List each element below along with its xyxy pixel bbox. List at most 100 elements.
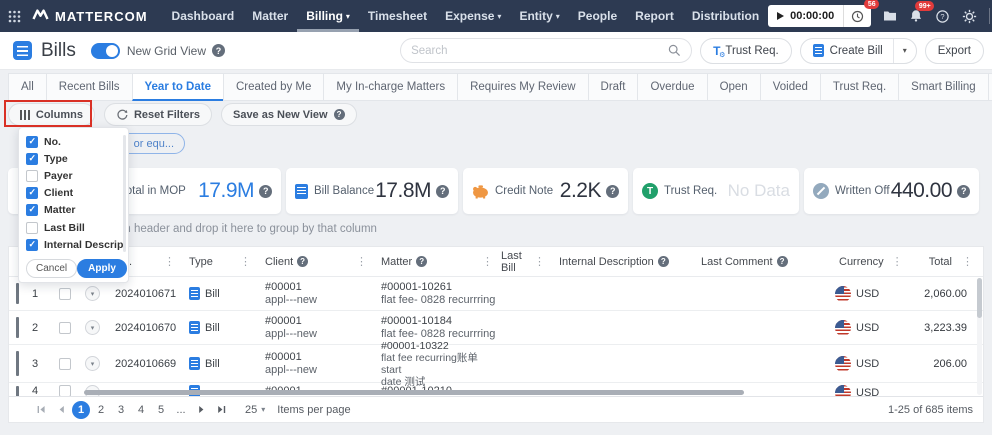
apply-button[interactable]: Apply [77, 259, 127, 278]
tab-trust-overdue-harvey[interactable]: trust 逾期 harvey× [988, 73, 992, 101]
timer-clock-button[interactable]: 56 [843, 5, 871, 27]
tab-draft[interactable]: Draft [588, 73, 639, 101]
apps-grid-icon[interactable] [8, 8, 21, 24]
export-button[interactable]: Export [925, 38, 984, 64]
header-last-bill[interactable]: Last Bill⋮ [497, 247, 549, 276]
column-menu-icon[interactable]: ⋮ [240, 255, 255, 268]
nav-item-matter[interactable]: Matter [243, 0, 297, 32]
header-total[interactable]: Total⋮ [901, 247, 979, 276]
column-menu-icon[interactable]: ⋮ [962, 255, 977, 268]
create-bill-dropdown-button[interactable]: ▾ [893, 39, 916, 63]
header-client[interactable]: Client?⋮ [255, 247, 371, 276]
help-icon[interactable]: ? [777, 256, 788, 267]
header-currency[interactable]: Currency⋮ [825, 247, 901, 276]
nav-item-distribution[interactable]: Distribution [683, 0, 768, 32]
row-checkbox[interactable] [59, 288, 71, 300]
tab-recent-bills[interactable]: Recent Bills [46, 73, 133, 101]
header-last-comment[interactable]: Last Comment? [691, 247, 825, 276]
help-icon[interactable]: ? [212, 44, 225, 57]
checkbox-unchecked-icon[interactable] [26, 222, 38, 234]
tab-open[interactable]: Open [707, 73, 761, 101]
column-option-client[interactable]: Client [19, 185, 123, 202]
help-icon[interactable]: ? [606, 185, 619, 198]
search-input[interactable] [411, 45, 668, 57]
help-icon[interactable]: ? [259, 185, 272, 198]
page-button-2[interactable]: 2 [92, 401, 110, 419]
play-icon[interactable] [777, 12, 784, 20]
dropdown-scrollbar[interactable] [123, 135, 126, 252]
cancel-button[interactable]: Cancel [26, 259, 77, 278]
tab-all[interactable]: All [8, 73, 47, 101]
first-page-button[interactable] [32, 401, 50, 419]
new-grid-view-toggle[interactable] [91, 43, 120, 59]
column-option-matter[interactable]: Matter [19, 202, 123, 219]
tab-trust-req[interactable]: Trust Req. [820, 73, 899, 101]
next-page-button[interactable] [192, 401, 210, 419]
nav-item-report[interactable]: Report [626, 0, 683, 32]
row-checkbox[interactable] [59, 322, 71, 334]
vertical-scrollbar-thumb[interactable] [977, 278, 982, 318]
table-row[interactable]: 3 ▾ 2024010669 Bill #00001appl---new #00… [9, 345, 983, 383]
create-bill-button[interactable]: Create Bill [801, 39, 893, 63]
help-button[interactable]: ? [935, 9, 950, 24]
time-tracker-widget[interactable]: 00:00:00 56 [768, 5, 871, 27]
page-button-4[interactable]: 4 [132, 401, 150, 419]
row-expand-button[interactable]: ▾ [85, 286, 100, 301]
checkbox-checked-icon[interactable] [26, 187, 38, 199]
checkbox-checked-icon[interactable] [26, 204, 38, 216]
checkbox-unchecked-icon[interactable] [26, 170, 38, 182]
row-drag-handle[interactable] [16, 283, 19, 304]
last-page-button[interactable] [212, 401, 230, 419]
row-drag-handle[interactable] [16, 351, 19, 376]
column-menu-icon[interactable]: ⋮ [356, 255, 371, 268]
reset-filters-button[interactable]: Reset Filters [104, 103, 212, 126]
column-option-last-bill[interactable]: Last Bill [19, 219, 123, 236]
help-icon[interactable]: ? [334, 109, 345, 120]
trust-req-button[interactable]: T⚙ Trust Req. [700, 38, 792, 64]
tab-year-to-date[interactable]: Year to Date [132, 73, 224, 101]
row-expand-button[interactable]: ▾ [85, 356, 100, 371]
checkbox-checked-icon[interactable] [26, 239, 38, 251]
columns-button[interactable]: Columns [8, 103, 95, 126]
help-icon[interactable]: ? [436, 185, 449, 198]
column-option-payer[interactable]: Payer [19, 167, 123, 184]
tab-smart-billing[interactable]: Smart Billing [898, 73, 989, 101]
column-menu-icon[interactable]: ⋮ [534, 255, 549, 268]
tab-requires-my-review[interactable]: Requires My Review [457, 73, 588, 101]
help-icon[interactable]: ? [957, 185, 970, 198]
folder-button[interactable] [883, 10, 897, 22]
page-button-3[interactable]: 3 [112, 401, 130, 419]
column-menu-icon[interactable]: ⋮ [164, 255, 179, 268]
column-option-no[interactable]: No. [19, 133, 123, 150]
nav-item-billing[interactable]: Billing▾ [297, 0, 359, 32]
horizontal-scrollbar[interactable] [84, 390, 744, 395]
column-option-internal-description[interactable]: Internal Description [19, 236, 123, 253]
help-icon[interactable]: ? [658, 256, 669, 267]
checkbox-checked-icon[interactable] [26, 153, 38, 165]
page-button-5[interactable]: 5 [152, 401, 170, 419]
row-expand-button[interactable]: ▾ [85, 320, 100, 335]
tab-my-in-charge-matters[interactable]: My In-charge Matters [323, 73, 458, 101]
header-internal-description[interactable]: Internal Description? [549, 247, 691, 276]
table-row[interactable]: 1 ▾ 2024010671 Bill #00001appl---new #00… [9, 277, 983, 311]
save-as-new-view-button[interactable]: Save as New View ? [221, 103, 357, 126]
header-matter[interactable]: Matter?⋮ [371, 247, 497, 276]
tab-created-by-me[interactable]: Created by Me [223, 73, 324, 101]
checkbox-checked-icon[interactable] [26, 136, 38, 148]
row-checkbox[interactable] [59, 358, 71, 370]
help-icon[interactable]: ? [416, 256, 427, 267]
tab-overdue[interactable]: Overdue [637, 73, 707, 101]
tab-voided[interactable]: Voided [760, 73, 821, 101]
prev-page-button[interactable] [52, 401, 70, 419]
help-icon[interactable]: ? [297, 256, 308, 267]
nav-item-people[interactable]: People [569, 0, 626, 32]
column-menu-icon[interactable]: ⋮ [482, 255, 497, 268]
row-drag-handle[interactable] [16, 317, 19, 338]
page-size-select[interactable]: 25▾ [245, 404, 265, 416]
nav-item-entity[interactable]: Entity▾ [510, 0, 568, 32]
settings-button[interactable] [962, 9, 977, 24]
nav-item-dashboard[interactable]: Dashboard [163, 0, 244, 32]
nav-item-timesheet[interactable]: Timesheet [359, 0, 436, 32]
header-type[interactable]: Type⋮ [179, 247, 255, 276]
column-option-type[interactable]: Type [19, 150, 123, 167]
